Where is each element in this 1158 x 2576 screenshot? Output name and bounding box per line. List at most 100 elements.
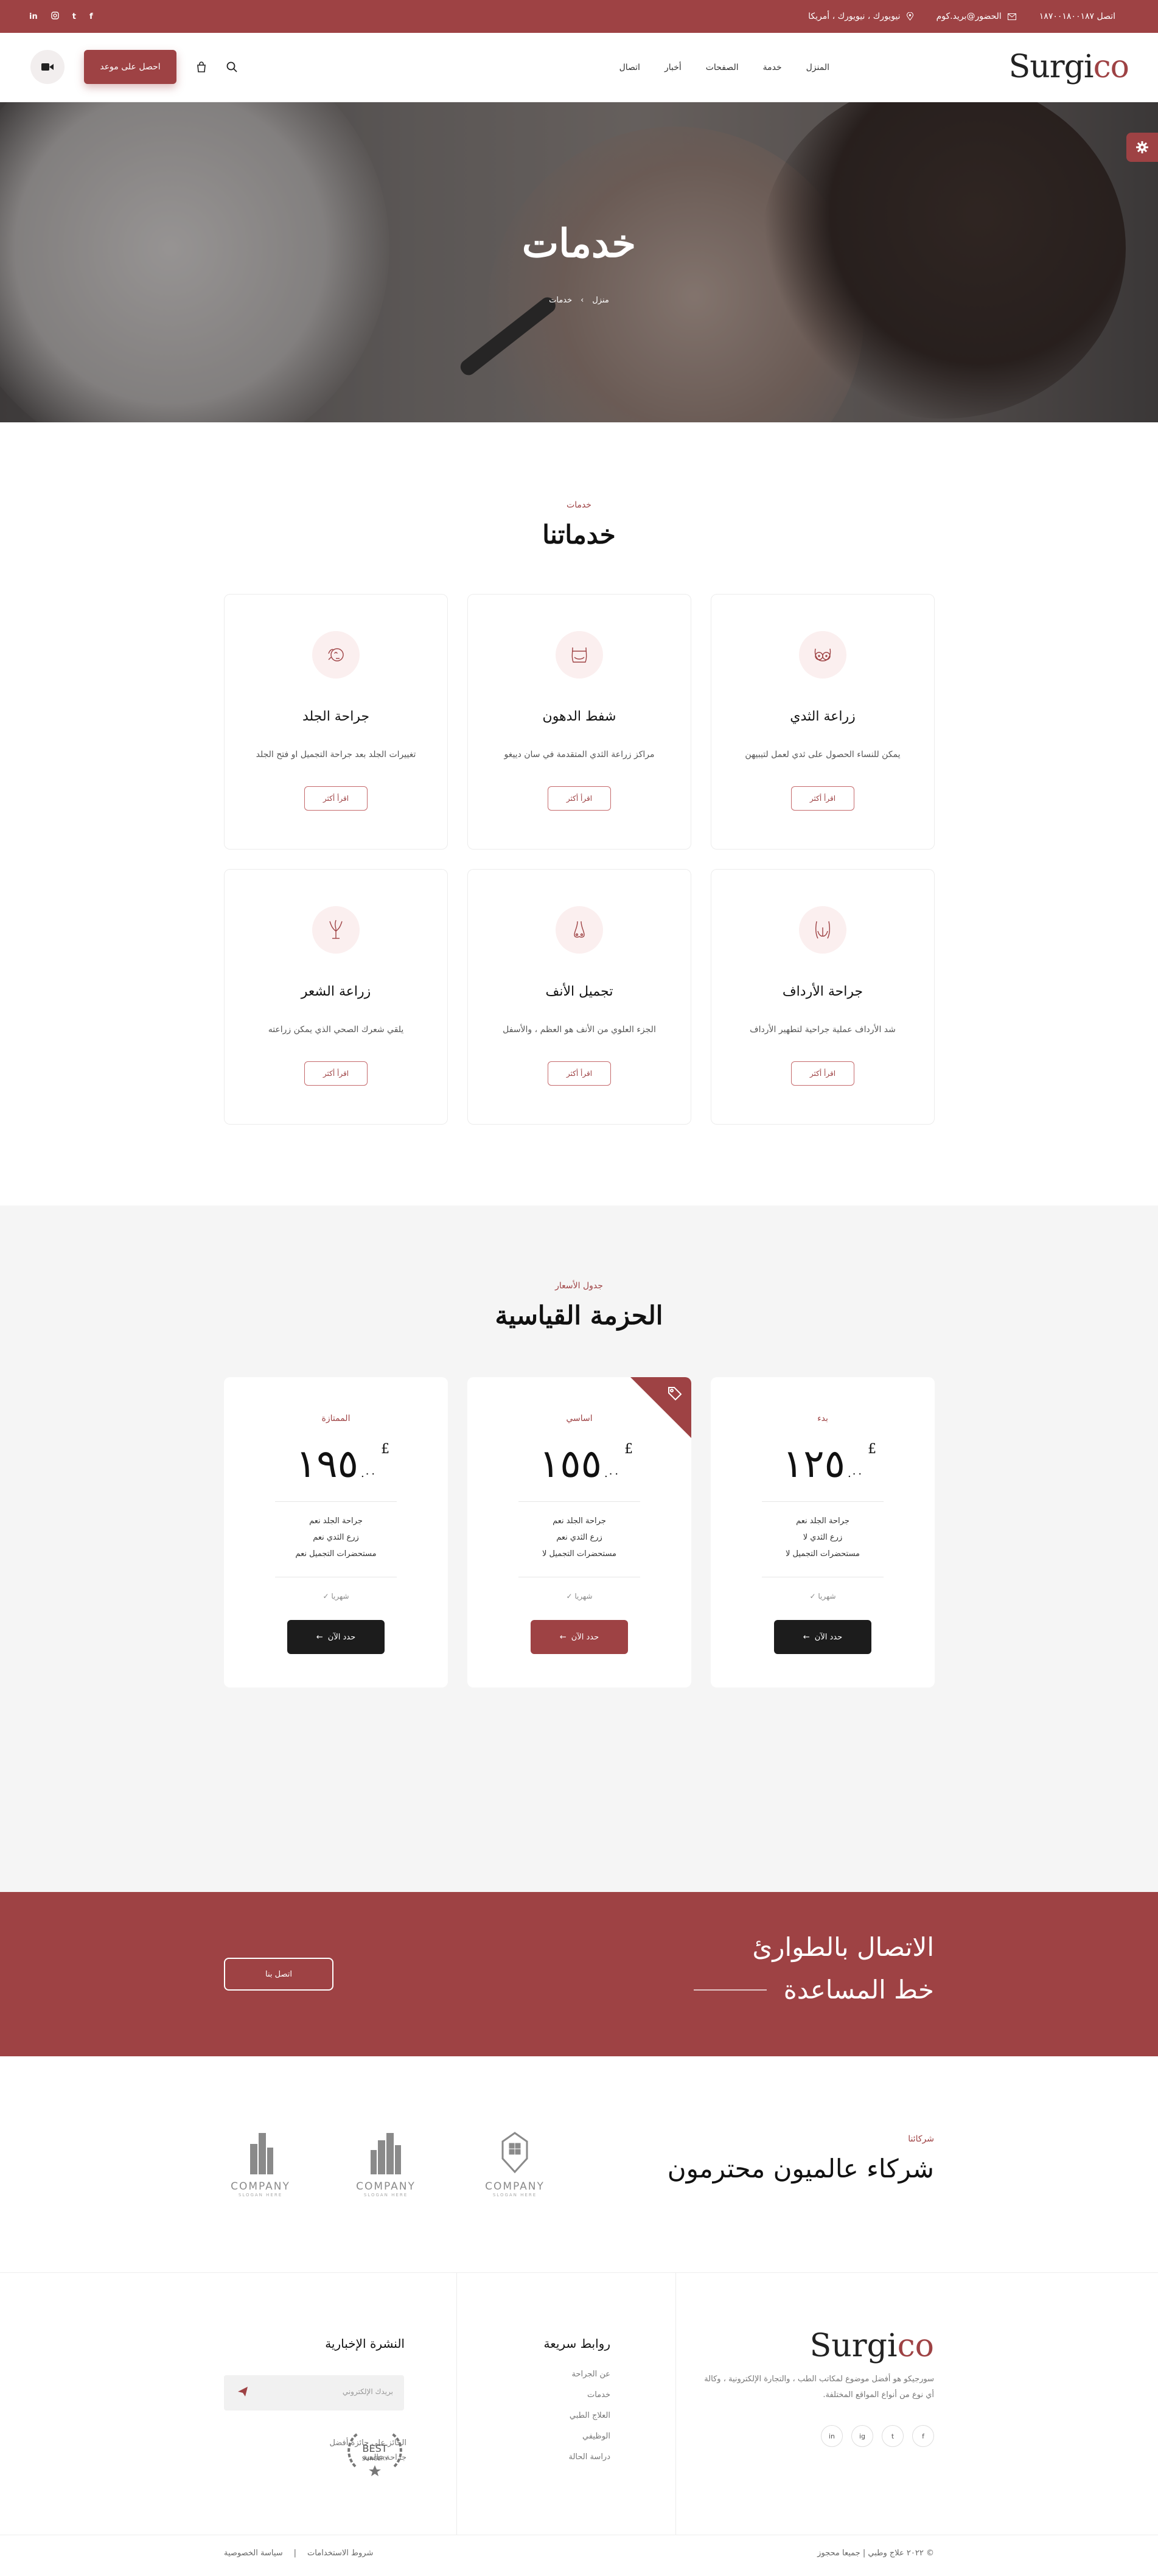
service-title: زراعة الشعر: [301, 984, 371, 999]
phone-info[interactable]: اتصل ١٨٧٠٠١٨٠٠١٨٧: [1039, 12, 1115, 21]
service-title: جراحة الجلد: [302, 709, 370, 724]
read-more-button[interactable]: اقرأ أكثر: [791, 786, 854, 811]
legal-links: شروط الاستخدامات | سياسة الخصوصية: [224, 2549, 373, 2558]
twitter-icon[interactable]: t: [72, 12, 76, 21]
service-icon-wrap: [799, 906, 846, 954]
best-surgery-badge: BEST SURGERY: [347, 2432, 402, 2476]
cart-icon[interactable]: [196, 61, 207, 72]
read-more-button[interactable]: اقرأ أكثر: [304, 1061, 368, 1086]
check-icon: ✓: [323, 1592, 329, 1600]
footer-logo[interactable]: Surgico: [810, 2328, 934, 2364]
send-button[interactable]: [237, 2386, 248, 2400]
partner-logo[interactable]: COMPANY SLOGAN HERE: [478, 2129, 551, 2197]
pricing-section: جدول الأسعار الحزمة القياسية بدء £١٢٥.٠٠…: [0, 1206, 1158, 1892]
breadcrumb-home[interactable]: منزل: [592, 296, 609, 305]
service-card: جراحة الأرداف شد الأرداف عملية جراحية لت…: [711, 869, 935, 1125]
separator: |: [293, 2549, 297, 2558]
footer-social: f t ig in: [821, 2425, 934, 2447]
emergency-subtitle: خط المساعدة: [693, 1975, 934, 2005]
partner-logo[interactable]: COMPANY SLOGAN HERE: [349, 2129, 422, 2197]
divider: [275, 1501, 397, 1502]
svg-text:BEST: BEST: [362, 2443, 387, 2454]
book-appointment-button[interactable]: احصل على موعد: [84, 50, 176, 84]
partners-section: شركائنا شركاء عالميون محترمون COMPANY SL…: [0, 2056, 1158, 2273]
twitter-icon[interactable]: t: [882, 2425, 904, 2447]
pricing-grid: بدء £١٢٥.٠٠ جراحة الجلد نعم زرع الثدي لا…: [224, 1377, 935, 1688]
check-icon: ✓: [809, 1592, 816, 1600]
skin-icon: [328, 648, 344, 661]
contact-us-button[interactable]: اتصل بنا: [224, 1958, 333, 1991]
services-section: خدمات خدماتنا زراعة الثدي يمكن للنساء ال…: [0, 422, 1158, 1206]
facebook-icon[interactable]: f: [89, 12, 93, 21]
service-text: يمكن للنساء الحصول على ثدي لعمل لتيبيهن: [745, 750, 901, 759]
nav-pages[interactable]: الصفحات: [706, 63, 739, 72]
quick-link[interactable]: العلاج الطبي: [568, 2406, 610, 2426]
pricing-card-featured: اساسي £١٥٥.٠٠ جراحة الجلد نعم زرع الثدي …: [467, 1377, 691, 1688]
quick-link[interactable]: الوظيفي: [568, 2426, 610, 2447]
plan-feature: مستحضرات التجميل نعم: [295, 1549, 377, 1559]
read-more-button[interactable]: اقرأ أكثر: [791, 1061, 854, 1086]
partners-title: شركاء عالميون محترمون: [667, 2154, 934, 2183]
service-title: زراعة الثدي: [790, 709, 856, 724]
divider: [518, 1501, 640, 1502]
facebook-icon[interactable]: f: [912, 2425, 934, 2447]
nav-news[interactable]: أخبار: [664, 63, 682, 72]
linkedin-icon[interactable]: in: [821, 2425, 843, 2447]
quick-links-title: روابط سريعة: [543, 2336, 610, 2351]
arrow-left-icon: ←: [316, 1632, 323, 1642]
linkedin-icon[interactable]: in: [29, 12, 38, 21]
plan-feature: مستحضرات التجميل لا: [785, 1549, 860, 1559]
service-icon-wrap: [312, 906, 360, 954]
plan-feature: جراحة الجلد نعم: [309, 1517, 363, 1526]
service-title: شفط الدهون: [542, 709, 616, 724]
read-more-button[interactable]: اقرأ أكثر: [548, 1061, 611, 1086]
featured-ribbon: [630, 1377, 691, 1438]
top-bar: اتصل ١٨٧٠٠١٨٠٠١٨٧ الحضور@بريد.كوم نيويور…: [0, 0, 1158, 33]
search-icon[interactable]: [226, 61, 237, 72]
privacy-link[interactable]: سياسة الخصوصية: [224, 2549, 283, 2558]
nav-contact[interactable]: اتصال: [619, 63, 640, 72]
select-plan-button[interactable]: حدد الآن ←: [287, 1620, 385, 1654]
read-more-button[interactable]: اقرأ أكثر: [304, 786, 368, 811]
services-title: خدماتنا: [542, 520, 616, 550]
partner-logo[interactable]: COMPANY SLOGAN HERE: [224, 2129, 297, 2197]
instagram-icon[interactable]: [51, 11, 59, 22]
divider: [762, 1501, 884, 1502]
plan-features: جراحة الجلد نعم زرع الثدي لا مستحضرات ال…: [711, 1513, 935, 1562]
header-actions: احصل على موعد: [30, 50, 237, 84]
nav-service[interactable]: خدمة: [763, 63, 782, 72]
partners-eyebrow: شركائنا: [908, 2134, 934, 2144]
quick-link[interactable]: عن الجراحة: [568, 2364, 610, 2385]
video-button[interactable]: [30, 50, 65, 84]
quick-link[interactable]: دراسة الحالة: [568, 2447, 610, 2468]
service-icon-wrap: [312, 631, 360, 679]
breadcrumb: منزل › خدمات: [0, 296, 1158, 305]
page-title: خدمات: [521, 221, 637, 267]
plan-price: £١٩٥.٠٠: [295, 1442, 390, 1487]
plan-feature: مستحضرات التجميل لا: [542, 1549, 617, 1559]
read-more-button[interactable]: اقرأ أكثر: [548, 786, 611, 811]
copyright-bar: © ٢٠٢٢ علاج وطبي | جميعا محجوز شروط الاس…: [0, 2535, 1158, 2576]
select-plan-button[interactable]: حدد الآن ←: [531, 1620, 628, 1654]
service-title: تجميل الأنف: [545, 984, 613, 999]
address-info: نيويورك ، نيويورك ، أمريكا: [808, 12, 913, 21]
email-info[interactable]: الحضور@بريد.كوم: [937, 12, 1016, 21]
terms-link[interactable]: شروط الاستخدامات: [307, 2549, 373, 2558]
services-eyebrow: خدمات: [567, 500, 591, 510]
nav-home[interactable]: المنزل: [806, 63, 829, 72]
plan-feature: زرع الثدي لا: [803, 1533, 843, 1542]
service-card: زراعة الثدي يمكن للنساء الحصول على ثدي ل…: [711, 594, 935, 850]
plan-feature: جراحة الجلد نعم: [553, 1517, 606, 1526]
quick-link[interactable]: خدمات: [568, 2385, 610, 2406]
main-nav: المنزل خدمة الصفحات أخبار اتصال: [619, 33, 829, 102]
site-logo[interactable]: Surgico: [1009, 49, 1129, 85]
site-footer: Surgico سورجيكو هو أفضل موضوع لمكاتب الط…: [0, 2273, 1158, 2535]
newsletter-email-input[interactable]: بريدك الإلكتروني: [343, 2387, 393, 2396]
instagram-icon[interactable]: ig: [851, 2425, 873, 2447]
services-grid: زراعة الثدي يمكن للنساء الحصول على ثدي ل…: [224, 594, 935, 1125]
service-card: تجميل الأنف الجزء العلوي من الأنف هو الع…: [467, 869, 691, 1125]
check-icon: ✓: [566, 1592, 573, 1600]
settings-toggle[interactable]: [1126, 133, 1158, 162]
select-plan-button[interactable]: حدد الآن ←: [774, 1620, 871, 1654]
newsletter-form: بريدك الإلكتروني: [224, 2375, 404, 2410]
